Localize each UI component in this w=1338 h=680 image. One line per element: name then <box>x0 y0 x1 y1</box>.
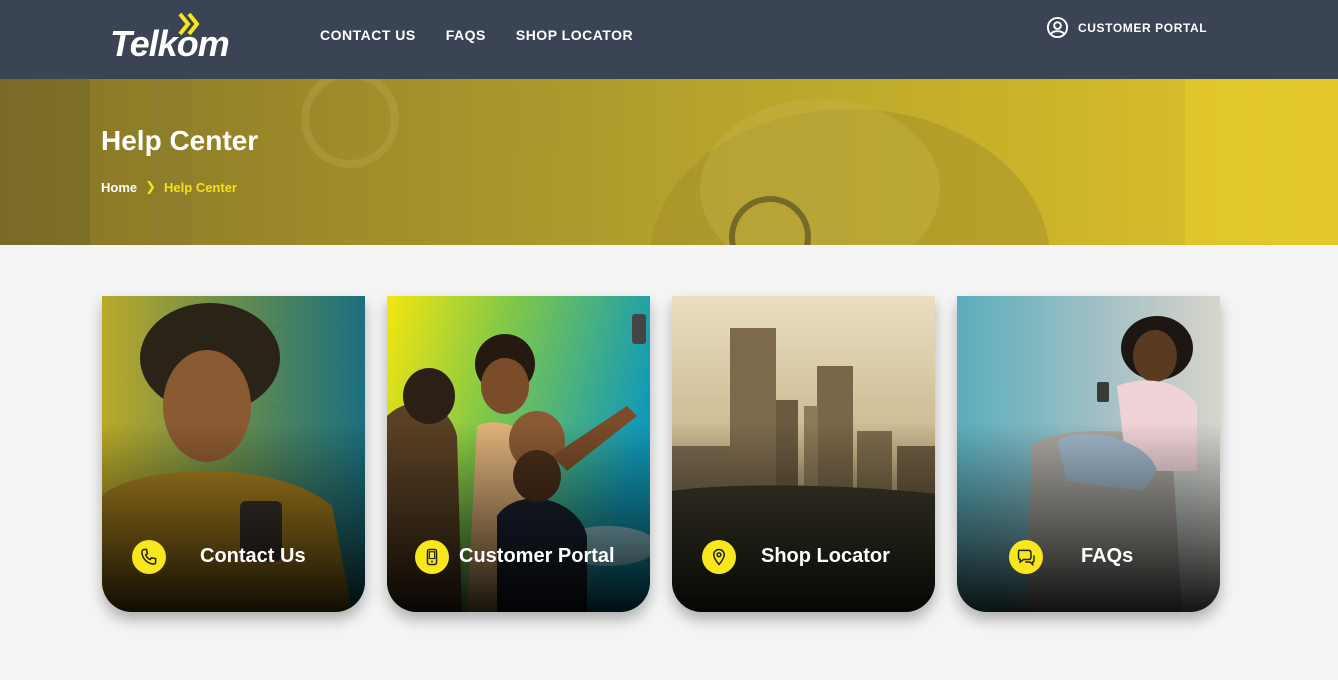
customer-portal-link[interactable]: CUSTOMER PORTAL <box>1046 16 1207 39</box>
map-pin-icon <box>702 540 736 574</box>
logo-chevron-icon <box>178 12 200 36</box>
breadcrumb-current: Help Center <box>164 179 237 195</box>
chat-bubble-icon <box>1009 540 1043 574</box>
chevron-right-icon: ❯ <box>145 179 157 194</box>
card-label-customer-portal: Customer Portal <box>459 545 615 567</box>
user-circle-icon <box>1046 16 1069 39</box>
hero-background-image <box>0 79 1338 245</box>
card-label-shop-locator: Shop Locator <box>761 545 890 567</box>
nav-faqs[interactable]: FAQS <box>446 26 486 44</box>
page-title: Help Center <box>101 125 259 156</box>
telkom-logo[interactable]: Telkom <box>110 12 235 62</box>
mobile-phone-icon <box>415 540 449 574</box>
card-contact-us[interactable]: Contact Us <box>102 296 365 612</box>
breadcrumb-home[interactable]: Home <box>101 180 137 195</box>
card-customer-portal[interactable]: Customer Portal <box>387 296 650 612</box>
breadcrumb: Home ❯ Help Center <box>101 179 237 195</box>
card-label-contact-us: Contact Us <box>200 545 306 567</box>
hero-banner: Help Center Home ❯ Help Center <box>0 79 1338 245</box>
customer-portal-label: CUSTOMER PORTAL <box>1078 20 1208 35</box>
phone-icon <box>132 540 166 574</box>
main-nav: CONTACT US FAQS SHOP LOCATOR <box>320 26 663 44</box>
nav-contact-us[interactable]: CONTACT US <box>320 26 416 44</box>
card-faqs[interactable]: FAQs <box>957 296 1220 612</box>
card-shop-locator[interactable]: Shop Locator <box>672 296 935 612</box>
logo-text: Telkom <box>110 23 230 64</box>
nav-shop-locator[interactable]: SHOP LOCATOR <box>516 26 633 44</box>
site-header: Telkom CONTACT US FAQS SHOP LOCATOR CUST… <box>0 0 1338 79</box>
card-label-faqs: FAQs <box>1081 545 1134 567</box>
